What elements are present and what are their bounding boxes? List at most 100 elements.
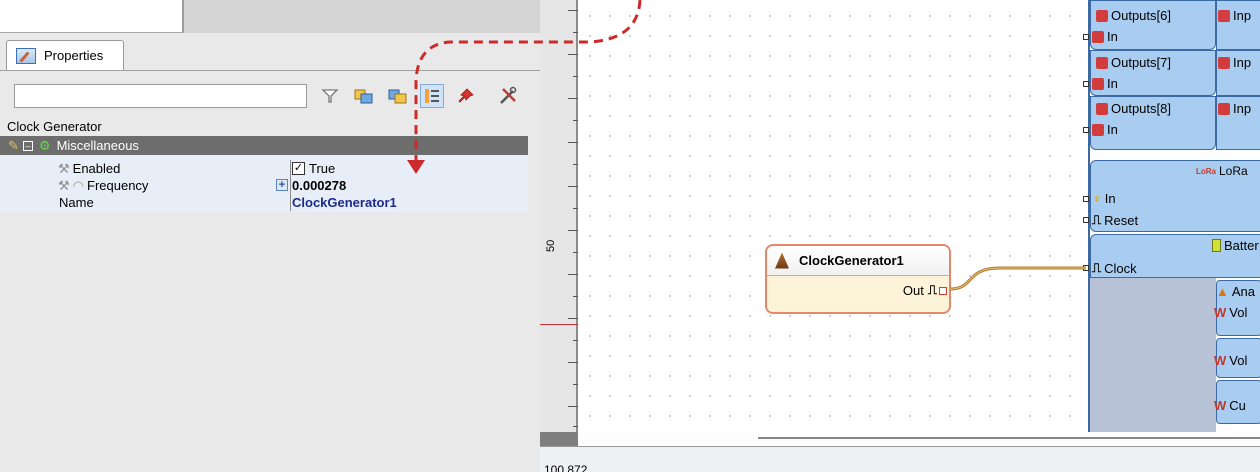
voltage-icon: W <box>1214 305 1227 320</box>
input-item-1[interactable]: Inp <box>1218 8 1251 23</box>
battery-label: Batter <box>1224 238 1259 253</box>
property-row-frequency[interactable]: ⚒ ◠ Frequency + 0.000278 <box>0 177 528 194</box>
lora-in[interactable]: ♆ In <box>1083 191 1116 206</box>
top-box[interactable] <box>0 0 184 33</box>
properties-panel: Properties Clock Generator ✎ – ⚙ Miscell… <box>0 0 540 472</box>
property-icon: ⚒ <box>58 177 70 193</box>
property-label: Frequency <box>87 178 149 193</box>
battery-icon <box>1212 239 1221 252</box>
node-header[interactable]: ClockGenerator1 <box>767 246 949 276</box>
sub-item-analog[interactable]: ▲ Ana <box>1216 284 1255 299</box>
signal-icon: ◠ <box>72 177 84 193</box>
horizontal-scrollbar[interactable] <box>578 434 1260 444</box>
ruler-position-marker <box>540 324 578 325</box>
output-icon <box>1092 77 1104 90</box>
output-icon <box>1096 102 1108 115</box>
pulse-icon: ⎍ <box>1092 260 1102 275</box>
status-text: 100,872 <box>544 463 588 472</box>
pin-icon[interactable] <box>1083 217 1089 223</box>
out-pin[interactable] <box>939 287 947 295</box>
selected-object-name: Clock Generator <box>7 119 102 134</box>
in-label: In <box>1107 76 1118 91</box>
output-label: Outputs[8] <box>1111 101 1171 116</box>
output-label: Outputs[6] <box>1111 8 1171 23</box>
input-item-3[interactable]: Inp <box>1218 101 1251 116</box>
input-icon <box>1218 56 1230 69</box>
expand-icon[interactable]: + <box>276 179 288 191</box>
categorized-view-icon[interactable] <box>420 84 444 108</box>
in-label: In <box>1107 29 1118 44</box>
enabled-checkbox[interactable]: ✓ <box>292 162 305 175</box>
output-in-6[interactable]: In <box>1083 29 1118 44</box>
analog-icon: ▲ <box>1216 284 1229 299</box>
property-value[interactable]: 0.000278 <box>292 177 346 194</box>
output-item-8[interactable]: Outputs[8] <box>1096 101 1171 116</box>
lora-label: LoRa <box>1219 164 1248 178</box>
pin-icon[interactable] <box>1083 80 1089 87</box>
expand-all-icon[interactable] <box>352 84 376 108</box>
property-value: True <box>309 161 336 176</box>
tab-properties[interactable]: Properties <box>6 40 124 70</box>
output-in-8[interactable]: In <box>1083 122 1118 137</box>
in-label: In <box>1104 191 1116 206</box>
pulse-icon: ⎍ <box>927 282 937 297</box>
property-search-input[interactable] <box>14 84 307 108</box>
category-miscellaneous[interactable]: ✎ – ⚙ Miscellaneous <box>0 136 528 155</box>
pin-icon[interactable] <box>1083 33 1089 40</box>
reset-label: Reset <box>1104 212 1139 228</box>
property-row-enabled[interactable]: ⚒ Enabled ✓ True <box>0 160 528 177</box>
property-label: Name <box>59 195 94 210</box>
property-value[interactable]: ClockGenerator1 <box>292 194 397 211</box>
output-icon <box>1092 30 1104 43</box>
current-icon: W <box>1214 398 1227 413</box>
out-pin-label-group: Out ⎍ <box>903 282 937 298</box>
input-icon <box>1218 102 1230 115</box>
property-row-name[interactable]: Name ClockGenerator1 <box>0 194 528 211</box>
output-icon <box>1096 56 1108 69</box>
input-label: Inp <box>1233 55 1252 70</box>
clock-generator-node[interactable]: ClockGenerator1 Out ⎍ <box>765 244 951 314</box>
output-item-7[interactable]: Outputs[7] <box>1096 55 1171 70</box>
voltage-icon: W <box>1214 353 1227 368</box>
collapse-all-icon[interactable] <box>386 84 410 108</box>
grid-divider <box>290 160 291 177</box>
vertical-ruler <box>540 0 578 432</box>
scroll-corner <box>540 432 578 446</box>
node-title: ClockGenerator1 <box>799 253 904 268</box>
ruler-label: 50 <box>545 239 557 252</box>
input-icon <box>1218 9 1230 22</box>
sub-item-voltage-1[interactable]: W Vol <box>1214 305 1247 320</box>
property-icon: ⚒ <box>58 160 70 176</box>
output-item-6[interactable]: Outputs[6] <box>1096 8 1171 23</box>
scrollbar-thumb[interactable] <box>758 437 1260 439</box>
lora-title: LoRa LoRa <box>1196 164 1248 178</box>
sub-item-label: Vol <box>1229 353 1248 368</box>
battery-clock[interactable]: ⎍ Clock <box>1083 260 1137 276</box>
sub-item-current[interactable]: W Cu <box>1214 398 1246 413</box>
pin-icon[interactable] <box>1083 195 1089 202</box>
lora-icon: LoRa <box>1196 166 1216 176</box>
input-label: Inp <box>1233 101 1252 116</box>
pin-icon[interactable] <box>1083 265 1089 271</box>
in-label: In <box>1107 122 1118 137</box>
clock-label: Clock <box>1104 260 1137 276</box>
collapse-icon[interactable]: – <box>22 140 33 151</box>
pin-icon[interactable] <box>454 84 478 108</box>
tools-icon[interactable] <box>496 84 520 108</box>
sub-item-label: Vol <box>1229 305 1248 320</box>
battery-title: Batter <box>1212 238 1259 253</box>
sub-item-voltage-2[interactable]: W Vol <box>1214 353 1247 368</box>
output-label: Outputs[7] <box>1111 55 1171 70</box>
input-item-2[interactable]: Inp <box>1218 55 1251 70</box>
metronome-icon <box>775 252 789 269</box>
sub-item-label: Cu <box>1229 398 1246 413</box>
input-label: Inp <box>1233 8 1252 23</box>
pin-icon[interactable] <box>1083 126 1089 133</box>
filter-icon[interactable] <box>318 84 342 108</box>
lora-reset[interactable]: ⎍ Reset <box>1083 212 1138 228</box>
output-icon <box>1096 9 1108 22</box>
output-in-7[interactable]: In <box>1083 76 1118 91</box>
wrench-icon: ✎ <box>8 137 19 153</box>
gears-icon: ⚙ <box>38 137 51 153</box>
property-label: Enabled <box>72 161 121 176</box>
